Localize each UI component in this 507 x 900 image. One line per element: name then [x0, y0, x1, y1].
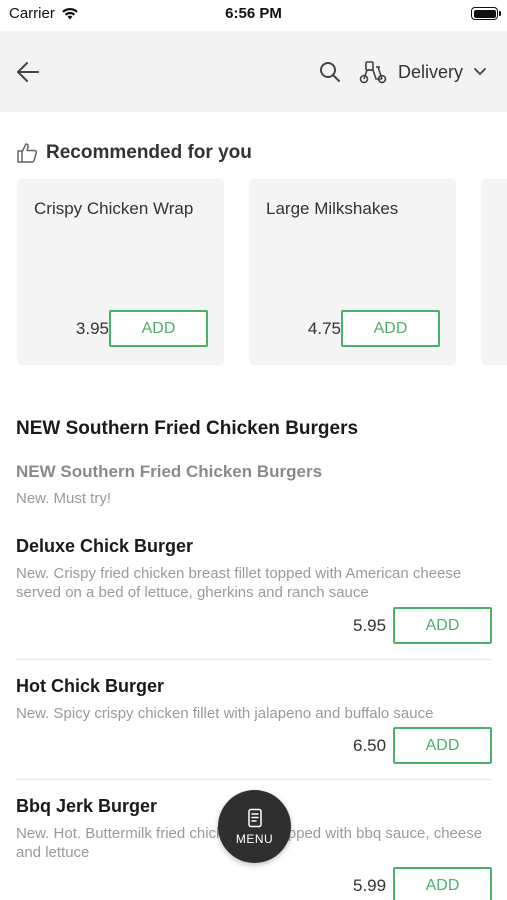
recommended-item-price: 4.75: [307, 319, 341, 338]
menu-item-name: Hot Chick Burger: [16, 676, 165, 696]
delivery-mode-selector[interactable]: Delivery: [358, 55, 487, 89]
section-title: NEW Southern Fried Chicken Burgers: [16, 418, 359, 439]
divider: [16, 659, 491, 660]
menu-item-description: New. Spicy crispy chicken fillet with ja…: [16, 705, 434, 722]
recommended-item-name: Large Milkshakes: [266, 199, 399, 218]
category-description: New. Must try!: [16, 490, 112, 507]
menu-book-icon: [247, 808, 262, 827]
add-button[interactable]: ADD: [393, 607, 492, 644]
thumbs-up-icon: [17, 143, 38, 163]
delivery-label: Delivery: [398, 61, 464, 82]
top-header: Delivery: [0, 31, 507, 112]
category-title: NEW Southern Fried Chicken Burgers: [16, 462, 323, 481]
back-arrow-icon[interactable]: [14, 58, 42, 86]
chevron-down-icon: [474, 68, 486, 76]
add-button[interactable]: ADD: [393, 867, 492, 900]
battery-icon: [471, 7, 501, 20]
scooter-icon: [359, 61, 387, 84]
status-time: 6:56 PM: [225, 5, 282, 22]
divider: [16, 779, 491, 780]
recommended-card[interactable]: Large Milkshakes 4.75 ADD: [249, 179, 456, 365]
recommended-item-price: 3.95: [75, 319, 109, 338]
search-icon[interactable]: [318, 60, 342, 84]
recommended-card[interactable]: Crispy Chicken Wrap 3.95 ADD: [17, 179, 224, 365]
menu-fab-label: MENU: [235, 831, 274, 846]
menu-item-price: 6.50: [353, 736, 387, 755]
menu-item-description: New. Crispy fried chicken breast fillet …: [16, 565, 462, 601]
recommended-item-name: Crispy Chicken Wrap: [34, 199, 194, 218]
menu-item-name: Deluxe Chick Burger: [16, 536, 194, 556]
recommended-card-peek[interactable]: [481, 179, 507, 365]
add-button[interactable]: ADD: [393, 727, 492, 764]
menu-item-price: 5.95: [353, 616, 387, 635]
add-button[interactable]: ADD: [341, 310, 440, 347]
menu-item-name: Bbq Jerk Burger: [16, 796, 158, 816]
menu-fab-button[interactable]: MENU: [218, 790, 291, 863]
recommended-header: Recommended for you: [16, 142, 252, 164]
add-button[interactable]: ADD: [109, 310, 208, 347]
menu-item-price: 5.99: [353, 876, 387, 895]
status-bar: Carrier 6:56 PM: [0, 0, 507, 30]
recommended-title: Recommended for you: [46, 142, 252, 163]
